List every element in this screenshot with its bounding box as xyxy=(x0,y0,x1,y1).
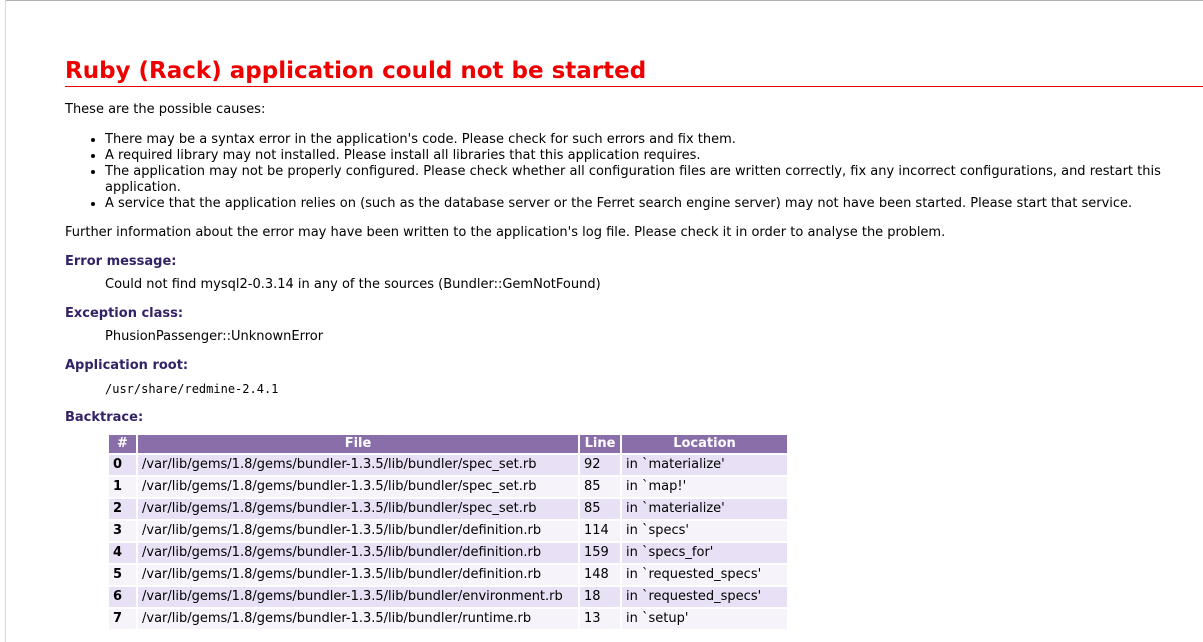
table-row: 6 /var/lib/gems/1.8/gems/bundler-1.3.5/l… xyxy=(109,587,787,607)
row-line: 13 xyxy=(580,609,620,629)
cause-item: There may be a syntax error in the appli… xyxy=(105,132,1203,148)
table-row: 3 /var/lib/gems/1.8/gems/bundler-1.3.5/l… xyxy=(109,521,787,541)
column-header-location: Location xyxy=(622,435,787,453)
row-file: /var/lib/gems/1.8/gems/bundler-1.3.5/lib… xyxy=(138,499,578,519)
backtrace-heading: Backtrace: xyxy=(65,410,144,425)
row-file: /var/lib/gems/1.8/gems/bundler-1.3.5/lib… xyxy=(138,587,578,607)
row-file: /var/lib/gems/1.8/gems/bundler-1.3.5/lib… xyxy=(138,609,578,629)
table-row: 0 /var/lib/gems/1.8/gems/bundler-1.3.5/l… xyxy=(109,455,787,475)
row-number: 1 xyxy=(109,477,136,497)
row-number: 0 xyxy=(109,455,136,475)
error-message-value: Could not find mysql2-0.3.14 in any of t… xyxy=(105,277,601,292)
row-number: 7 xyxy=(109,609,136,629)
row-number: 2 xyxy=(109,499,136,519)
row-number: 5 xyxy=(109,565,136,585)
row-line: 85 xyxy=(580,477,620,497)
row-line: 159 xyxy=(580,543,620,563)
causes-list: There may be a syntax error in the appli… xyxy=(65,132,1203,212)
further-info: Further information about the error may … xyxy=(65,225,946,240)
cause-item: The application may not be properly conf… xyxy=(105,164,1203,196)
error-message-heading: Error message: xyxy=(65,254,177,269)
row-location: in `materialize' xyxy=(622,455,787,475)
row-location: in `map!' xyxy=(622,477,787,497)
exception-class-value: PhusionPassenger::UnknownError xyxy=(105,329,324,344)
table-row: 1 /var/lib/gems/1.8/gems/bundler-1.3.5/l… xyxy=(109,477,787,497)
page-title: Ruby (Rack) application could not be sta… xyxy=(65,56,1203,87)
window-left-edge xyxy=(0,0,6,642)
row-location: in `specs_for' xyxy=(622,543,787,563)
causes-intro: These are the possible causes: xyxy=(65,102,266,117)
row-location: in `materialize' xyxy=(622,499,787,519)
row-number: 3 xyxy=(109,521,136,541)
row-location: in `requested_specs' xyxy=(622,565,787,585)
application-root-heading: Application root: xyxy=(65,358,189,373)
application-root-value: /usr/share/redmine-2.4.1 xyxy=(105,382,279,396)
exception-class-heading: Exception class: xyxy=(65,306,184,321)
table-row: 4 /var/lib/gems/1.8/gems/bundler-1.3.5/l… xyxy=(109,543,787,563)
row-file: /var/lib/gems/1.8/gems/bundler-1.3.5/lib… xyxy=(138,455,578,475)
row-file: /var/lib/gems/1.8/gems/bundler-1.3.5/lib… xyxy=(138,521,578,541)
row-file: /var/lib/gems/1.8/gems/bundler-1.3.5/lib… xyxy=(138,477,578,497)
column-header-line: Line xyxy=(580,435,620,453)
backtrace-table: # File Line Location 0 /var/lib/gems/1.8… xyxy=(107,433,789,631)
cause-item: A required library may not installed. Pl… xyxy=(105,148,1203,164)
column-header-number: # xyxy=(109,435,136,453)
row-line: 92 xyxy=(580,455,620,475)
cause-item: A service that the application relies on… xyxy=(105,196,1203,212)
row-location: in `specs' xyxy=(622,521,787,541)
row-line: 18 xyxy=(580,587,620,607)
row-number: 4 xyxy=(109,543,136,563)
row-file: /var/lib/gems/1.8/gems/bundler-1.3.5/lib… xyxy=(138,565,578,585)
row-location: in `setup' xyxy=(622,609,787,629)
backtrace-header-row: # File Line Location xyxy=(109,435,787,453)
window-top-border xyxy=(0,0,1203,1)
row-file: /var/lib/gems/1.8/gems/bundler-1.3.5/lib… xyxy=(138,543,578,563)
row-line: 85 xyxy=(580,499,620,519)
row-location: in `requested_specs' xyxy=(622,587,787,607)
column-header-file: File xyxy=(138,435,578,453)
row-line: 148 xyxy=(580,565,620,585)
table-row: 5 /var/lib/gems/1.8/gems/bundler-1.3.5/l… xyxy=(109,565,787,585)
table-row: 7 /var/lib/gems/1.8/gems/bundler-1.3.5/l… xyxy=(109,609,787,629)
error-page: Ruby (Rack) application could not be sta… xyxy=(65,56,1203,631)
row-line: 114 xyxy=(580,521,620,541)
row-number: 6 xyxy=(109,587,136,607)
table-row: 2 /var/lib/gems/1.8/gems/bundler-1.3.5/l… xyxy=(109,499,787,519)
